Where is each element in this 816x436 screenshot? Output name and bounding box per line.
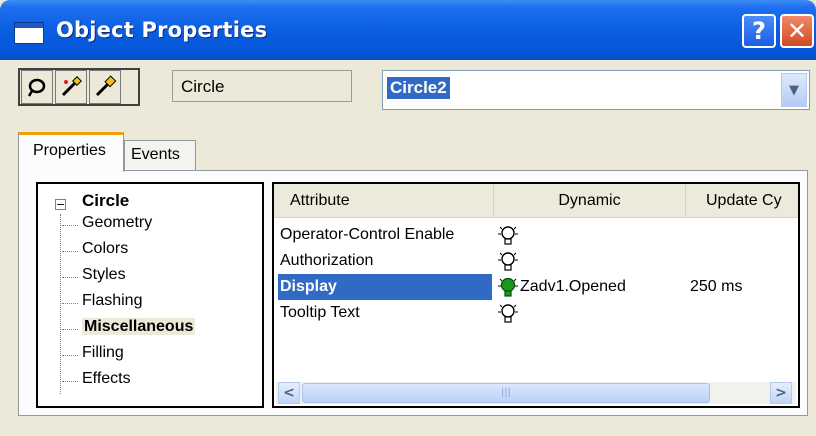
scroll-right-button[interactable]: >: [770, 382, 792, 404]
tree-item-effects[interactable]: Effects: [62, 370, 131, 388]
title-bar[interactable]: Object Properties ? ✕: [0, 0, 816, 60]
chevron-right-icon: >: [775, 385, 787, 401]
column-header-update-cycle[interactable]: Update Cy: [686, 184, 798, 218]
scroll-left-button[interactable]: <: [278, 382, 300, 404]
pin-icon: [27, 78, 46, 97]
tab-properties[interactable]: Properties: [18, 132, 124, 172]
column-header-dynamic[interactable]: Dynamic: [494, 184, 686, 218]
attribute-cell[interactable]: Operator-Control Enable: [278, 222, 492, 248]
chevron-left-icon: <: [283, 385, 295, 401]
active-bulb-icon[interactable]: [498, 277, 518, 299]
tree-root-circle[interactable]: Circle: [82, 191, 129, 211]
window-icon: [14, 22, 44, 44]
dynamic-cell[interactable]: Zadv1.Opened: [520, 274, 626, 300]
scrollbar-thumb[interactable]: |||: [302, 383, 710, 403]
chevron-down-icon: ▼: [789, 83, 799, 98]
object-type-field: Circle: [172, 70, 352, 102]
object-name-value[interactable]: Circle2: [387, 77, 450, 99]
tree-item-geometry[interactable]: Geometry: [62, 214, 152, 232]
pin-button[interactable]: [21, 70, 53, 104]
table-row[interactable]: Tooltip Text: [274, 300, 798, 326]
property-tree[interactable]: − Circle Geometry Colors Styles Flashing…: [36, 182, 264, 408]
dropdown-button[interactable]: ▼: [781, 73, 807, 107]
column-header-attribute[interactable]: Attribute: [274, 184, 494, 218]
attribute-cell[interactable]: Tooltip Text: [278, 300, 492, 326]
table-row[interactable]: Operator-Control Enable: [274, 222, 798, 248]
table-row-selected[interactable]: Display Zadv1.Opened 250 ms: [274, 274, 798, 300]
close-button[interactable]: ✕: [780, 14, 814, 48]
inactive-bulb-icon[interactable]: [498, 251, 518, 273]
tree-item-flashing[interactable]: Flashing: [62, 292, 142, 310]
tab-events[interactable]: Events: [124, 140, 196, 170]
collapse-icon[interactable]: −: [55, 199, 66, 210]
tree-item-colors[interactable]: Colors: [62, 240, 128, 258]
inactive-bulb-icon[interactable]: [498, 225, 518, 247]
paste-properties-button[interactable]: [89, 70, 121, 104]
attribute-grid[interactable]: Attribute Dynamic Update Cy Operator-Con…: [272, 182, 800, 408]
update-cycle-cell[interactable]: 250 ms: [690, 274, 742, 300]
help-button[interactable]: ?: [742, 14, 776, 48]
copy-properties-button[interactable]: [55, 70, 87, 104]
tree-item-miscellaneous[interactable]: Miscellaneous: [62, 318, 196, 336]
inactive-bulb-icon[interactable]: [498, 303, 518, 325]
pipette-icon: [61, 76, 82, 97]
horizontal-scrollbar[interactable]: < ||| >: [276, 382, 796, 404]
attribute-cell[interactable]: Display: [278, 274, 492, 300]
object-name-combobox[interactable]: Circle2 ▼: [382, 70, 810, 110]
tree-item-filling[interactable]: Filling: [62, 344, 124, 362]
table-row[interactable]: Authorization: [274, 248, 798, 274]
object-properties-window: Object Properties ? ✕ Circle Circle2 ▼ P…: [0, 0, 816, 436]
attribute-cell[interactable]: Authorization: [278, 248, 492, 274]
tree-connector: [60, 214, 61, 394]
brush-icon: [95, 75, 117, 97]
grip-icon: |||: [500, 387, 512, 398]
window-title: Object Properties: [56, 18, 268, 42]
tree-item-styles[interactable]: Styles: [62, 266, 126, 284]
